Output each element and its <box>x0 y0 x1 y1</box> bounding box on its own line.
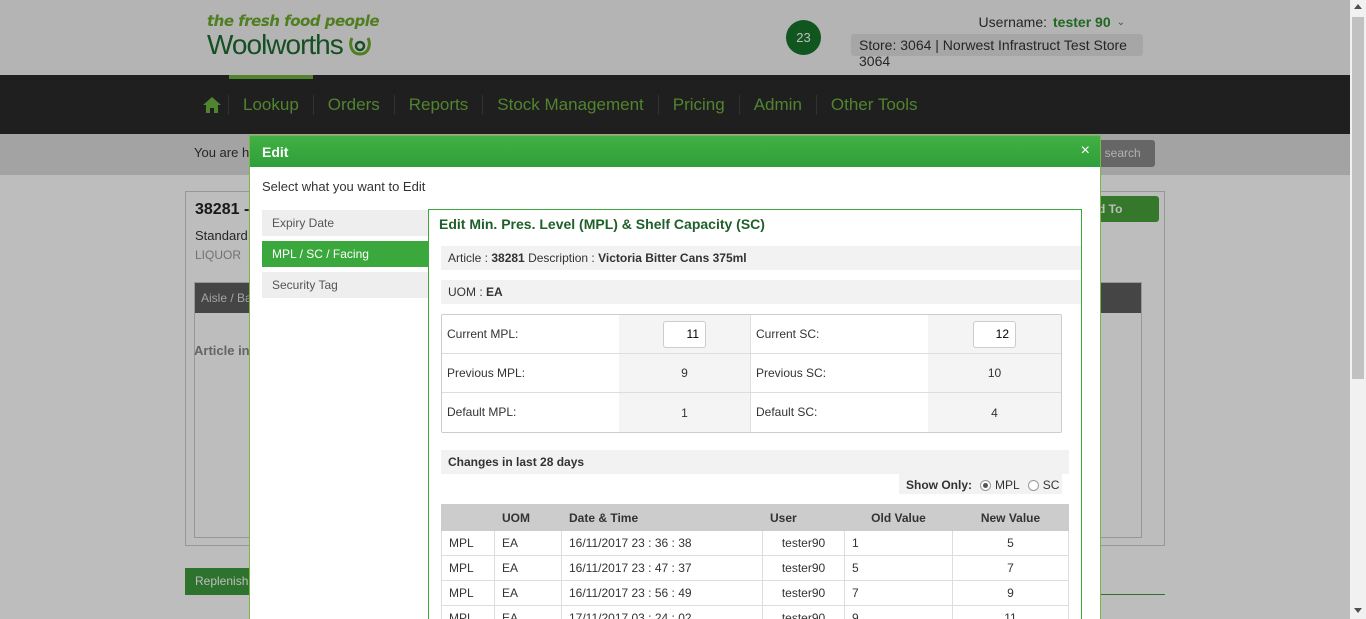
show-only-label: Show Only: <box>906 478 972 492</box>
sidebar-item-security-tag[interactable]: Security Tag <box>262 272 430 298</box>
changes-heading: Changes in last 28 days <box>441 450 1069 474</box>
mpl-sc-panel: Edit Min. Pres. Level (MPL) & Shelf Capa… <box>428 209 1082 619</box>
changes-table: UOM Date & Time User Old Value New Value… <box>441 504 1069 619</box>
cell-new-value: 11 <box>952 605 1069 619</box>
table-row: MPL EA 16/11/2017 23 : 36 : 38 tester90 … <box>441 530 1069 556</box>
cell-new-value: 5 <box>952 530 1069 556</box>
modal-header: Edit × <box>250 136 1100 167</box>
cell-uom: EA <box>494 555 562 581</box>
cell-uom: EA <box>494 530 562 556</box>
sidebar-item-expiry-date[interactable]: Expiry Date <box>262 210 430 236</box>
scrollbar-thumb[interactable] <box>1352 17 1364 379</box>
column-header-uom: UOM <box>494 504 562 531</box>
cell-date-time: 17/11/2017 03 : 24 : 02 <box>561 605 763 619</box>
cell-uom: EA <box>494 605 562 619</box>
current-mpl-label: Current MPL: <box>442 315 619 353</box>
radio-sc[interactable] <box>1027 479 1039 491</box>
table-row: MPL EA 16/11/2017 23 : 56 : 49 tester90 … <box>441 580 1069 606</box>
cell-date-time: 16/11/2017 23 : 56 : 49 <box>561 580 763 606</box>
cell-old-value: 7 <box>844 580 953 606</box>
default-mpl-value: 1 <box>619 393 751 432</box>
column-header-date-time: Date & Time <box>561 504 763 531</box>
current-sc-label: Current SC: <box>751 315 928 353</box>
modal-title: Edit <box>262 144 289 160</box>
previous-mpl-value: 9 <box>619 354 751 392</box>
cell-type: MPL <box>441 580 495 606</box>
default-sc-value: 4 <box>928 393 1061 432</box>
column-header-type <box>441 504 495 531</box>
cell-old-value: 9 <box>844 605 953 619</box>
previous-mpl-label: Previous MPL: <box>442 354 619 392</box>
cell-type: MPL <box>441 605 495 619</box>
article-info-row: Article : 38281 Description : Victoria B… <box>441 246 1081 270</box>
edit-modal: Edit × Select what you want to Edit Expi… <box>249 135 1101 619</box>
article-label: Article : <box>448 251 489 265</box>
cell-user: tester90 <box>762 580 845 606</box>
scroll-up-icon[interactable] <box>1354 4 1362 9</box>
uom-label: UOM : <box>448 285 483 299</box>
close-icon[interactable]: × <box>1081 142 1090 160</box>
default-sc-label: Default SC: <box>751 393 928 432</box>
table-row: MPL EA 16/11/2017 23 : 47 : 37 tester90 … <box>441 555 1069 581</box>
radio-mpl[interactable] <box>980 479 991 491</box>
uom-value: EA <box>486 285 503 299</box>
edit-options-sidebar: Expiry Date MPL / SC / Facing Security T… <box>262 210 430 303</box>
table-row: MPL EA 17/11/2017 03 : 24 : 02 tester90 … <box>441 605 1069 619</box>
default-mpl-label: Default MPL: <box>442 393 619 432</box>
scroll-down-icon[interactable] <box>1354 608 1362 613</box>
cell-type: MPL <box>441 530 495 556</box>
column-header-old-value: Old Value <box>844 504 953 531</box>
uom-row: UOM : EA <box>441 280 1081 304</box>
description-label: Description : <box>528 251 595 265</box>
cell-new-value: 7 <box>952 555 1069 581</box>
radio-mpl-label[interactable]: MPL <box>995 478 1020 492</box>
cell-new-value: 9 <box>952 580 1069 606</box>
sidebar-item-mpl-sc-facing[interactable]: MPL / SC / Facing <box>262 241 430 267</box>
article-number: 38281 <box>491 251 525 265</box>
cell-date-time: 16/11/2017 23 : 47 : 37 <box>561 555 763 581</box>
current-mpl-input[interactable] <box>663 320 706 348</box>
cell-uom: EA <box>494 580 562 606</box>
cell-user: tester90 <box>762 555 845 581</box>
radio-sc-label[interactable]: SC <box>1043 478 1060 492</box>
mpl-sc-grid: Current MPL: Current SC: Previous MPL: 9… <box>441 314 1062 433</box>
cell-date-time: 16/11/2017 23 : 36 : 38 <box>561 530 763 556</box>
cell-user: tester90 <box>762 530 845 556</box>
column-header-new-value: New Value <box>952 504 1069 531</box>
cell-user: tester90 <box>762 605 845 619</box>
cell-old-value: 1 <box>844 530 953 556</box>
current-sc-input[interactable] <box>973 320 1016 348</box>
panel-title: Edit Min. Pres. Level (MPL) & Shelf Capa… <box>439 216 765 232</box>
article-description: Victoria Bitter Cans 375ml <box>598 251 747 265</box>
previous-sc-value: 10 <box>928 354 1061 392</box>
modal-subtitle: Select what you want to Edit <box>262 179 426 194</box>
cell-old-value: 5 <box>844 555 953 581</box>
previous-sc-label: Previous SC: <box>751 354 928 392</box>
cell-type: MPL <box>441 555 495 581</box>
column-header-user: User <box>762 504 845 531</box>
show-only-filter: Show Only: MPL SC <box>899 472 1062 494</box>
